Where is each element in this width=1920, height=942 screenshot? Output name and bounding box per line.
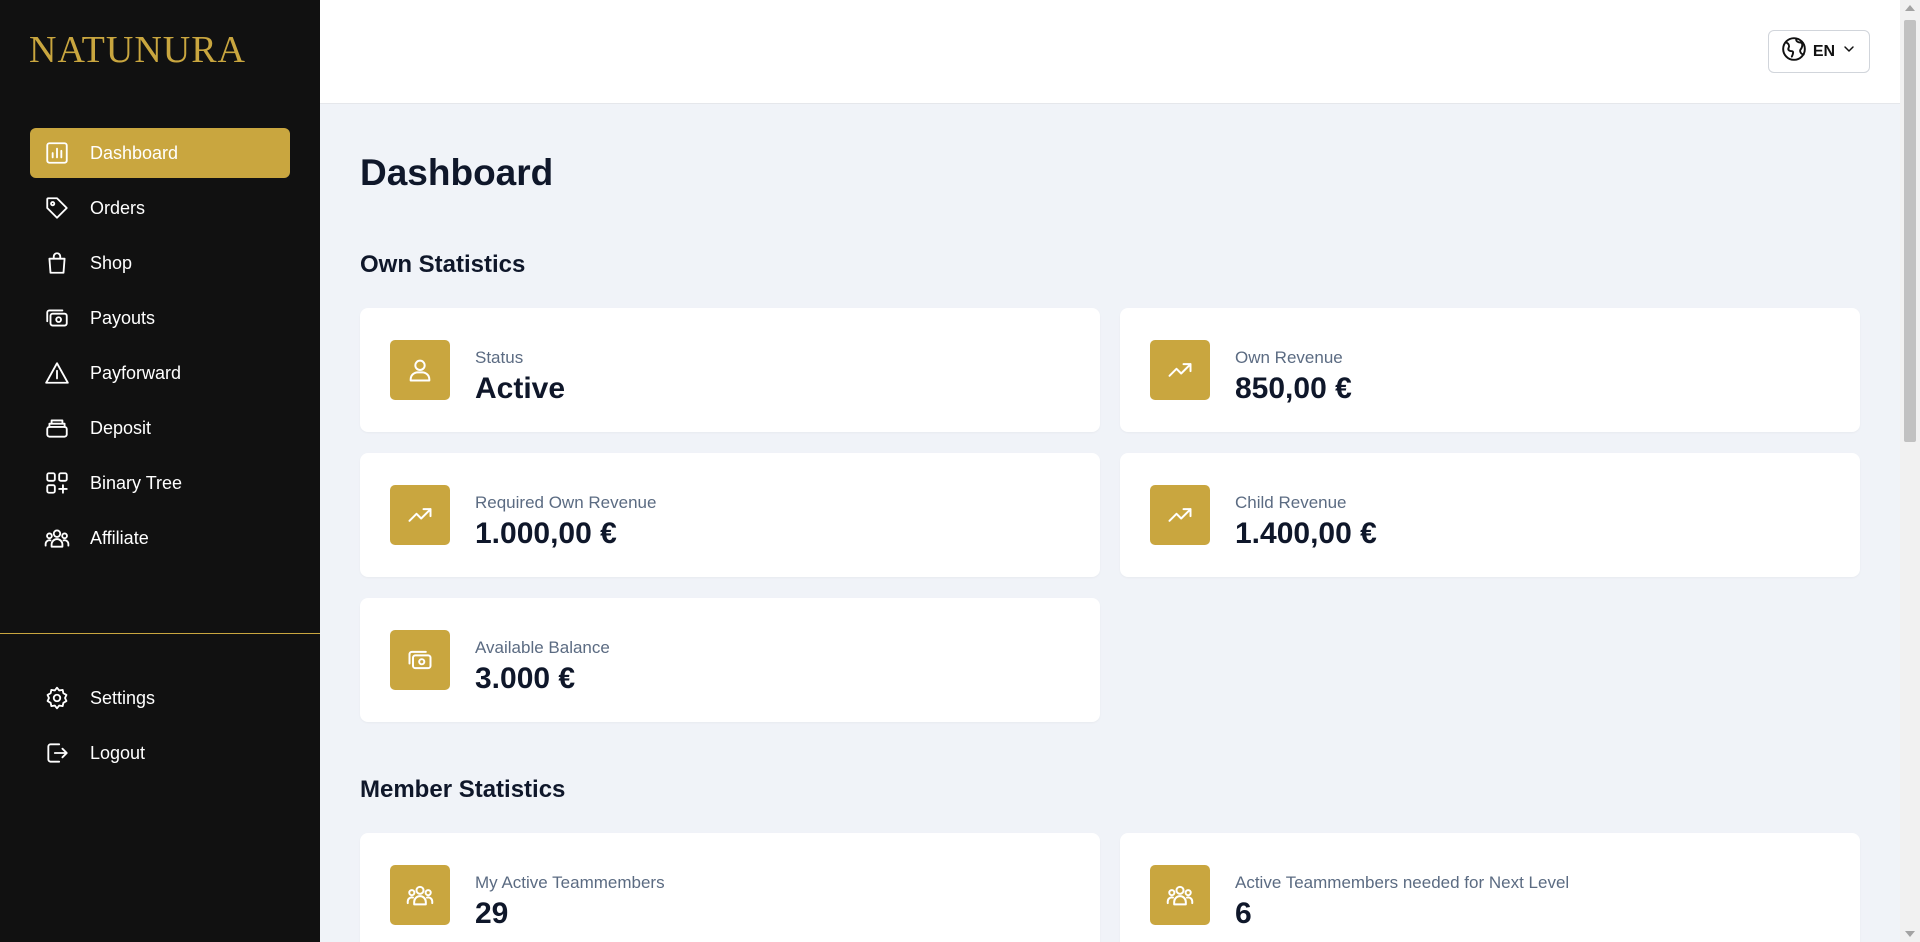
own-statistics-title: Own Statistics bbox=[360, 251, 526, 278]
globe-icon bbox=[1781, 36, 1807, 67]
stat-label: Available Balance bbox=[475, 638, 610, 657]
scrollbar[interactable] bbox=[1900, 0, 1920, 942]
scroll-thumb[interactable] bbox=[1904, 20, 1916, 442]
sidebar-item-payforward[interactable]: Payforward bbox=[30, 348, 290, 398]
sidebar-nav: Dashboard Orders Shop Payouts Payforward bbox=[30, 128, 290, 568]
warning-triangle-icon bbox=[42, 358, 72, 388]
sidebar-item-label: Shop bbox=[90, 252, 133, 273]
logout-icon bbox=[42, 738, 72, 768]
sidebar-bottom-nav: Settings Logout bbox=[30, 673, 290, 783]
language-label: EN bbox=[1812, 42, 1836, 60]
stat-label: Own Revenue bbox=[1235, 348, 1343, 367]
trending-up-icon bbox=[1150, 485, 1210, 545]
sidebar-divider bbox=[0, 633, 320, 634]
stat-label: Required Own Revenue bbox=[475, 493, 657, 512]
stat-value: 29 bbox=[475, 897, 509, 930]
stat-value: Active bbox=[475, 372, 566, 405]
stat-label: Child Revenue bbox=[1235, 493, 1347, 512]
sidebar-item-logout[interactable]: Logout bbox=[30, 728, 290, 778]
trending-up-icon bbox=[390, 485, 450, 545]
scroll-up-arrow-icon[interactable] bbox=[1905, 5, 1915, 11]
users-icon bbox=[1150, 865, 1210, 925]
sidebar-item-label: Settings bbox=[90, 687, 156, 708]
tag-icon bbox=[42, 193, 72, 223]
stat-card-active-teammembers: My Active Teammembers 29 bbox=[360, 833, 1100, 942]
stat-card-teammembers-needed: Active Teammembers needed for Next Level… bbox=[1120, 833, 1860, 942]
language-selector[interactable]: EN bbox=[1768, 30, 1870, 73]
stat-value: 850,00 € bbox=[1235, 372, 1352, 405]
sidebar-item-dashboard[interactable]: Dashboard bbox=[30, 128, 290, 178]
sidebar-item-settings[interactable]: Settings bbox=[30, 673, 290, 723]
stat-card-available-balance: Available Balance 3.000 € bbox=[360, 598, 1100, 722]
sidebar-item-orders[interactable]: Orders bbox=[30, 183, 290, 233]
scroll-down-arrow-icon[interactable] bbox=[1905, 931, 1915, 937]
stat-label: Status bbox=[475, 348, 524, 367]
page-title: Dashboard bbox=[360, 152, 554, 193]
member-statistics-title: Member Statistics bbox=[360, 776, 566, 803]
cash-icon bbox=[390, 630, 450, 690]
sidebar-item-label: Payforward bbox=[90, 362, 182, 383]
sidebar-item-label: Affiliate bbox=[90, 527, 149, 548]
stat-value: 6 bbox=[1235, 897, 1252, 930]
sidebar-item-payouts[interactable]: Payouts bbox=[30, 293, 290, 343]
sidebar-item-deposit[interactable]: Deposit bbox=[30, 403, 290, 453]
sidebar-item-label: Orders bbox=[90, 197, 146, 218]
sidebar-item-label: Logout bbox=[90, 742, 146, 763]
chart-icon bbox=[42, 138, 72, 168]
archive-icon bbox=[42, 413, 72, 443]
stat-card-required-own-revenue: Required Own Revenue 1.000,00 € bbox=[360, 453, 1100, 577]
stat-card-own-revenue: Own Revenue 850,00 € bbox=[1120, 308, 1860, 432]
sidebar-item-shop[interactable]: Shop bbox=[30, 238, 290, 288]
stat-label: My Active Teammembers bbox=[475, 873, 665, 892]
sidebar: NATUNURA Dashboard Orders Shop Payouts P… bbox=[0, 0, 320, 942]
user-icon bbox=[390, 340, 450, 400]
chevron-down-icon bbox=[1841, 41, 1857, 62]
shopping-bag-icon bbox=[42, 248, 72, 278]
sidebar-item-label: Payouts bbox=[90, 307, 156, 328]
sidebar-item-label: Dashboard bbox=[90, 142, 179, 163]
sidebar-item-label: Binary Tree bbox=[90, 472, 183, 493]
sidebar-item-affiliate[interactable]: Affiliate bbox=[30, 513, 290, 563]
cash-icon bbox=[42, 303, 72, 333]
gear-icon bbox=[42, 683, 72, 713]
stat-value: 3.000 € bbox=[475, 662, 576, 695]
stat-value: 1.000,00 € bbox=[475, 517, 617, 550]
trending-up-icon bbox=[1150, 340, 1210, 400]
sidebar-item-binary-tree[interactable]: Binary Tree bbox=[30, 458, 290, 508]
stat-card-child-revenue: Child Revenue 1.400,00 € bbox=[1120, 453, 1860, 577]
topbar: EN bbox=[320, 0, 1900, 104]
users-icon bbox=[390, 865, 450, 925]
stat-value: 1.400,00 € bbox=[1235, 517, 1377, 550]
stat-card-status: Status Active bbox=[360, 308, 1100, 432]
stat-label: Active Teammembers needed for Next Level bbox=[1235, 873, 1570, 892]
logo[interactable]: NATUNURA bbox=[29, 28, 246, 72]
grid-plus-icon bbox=[42, 468, 72, 498]
users-icon bbox=[42, 523, 72, 553]
sidebar-item-label: Deposit bbox=[90, 417, 152, 438]
